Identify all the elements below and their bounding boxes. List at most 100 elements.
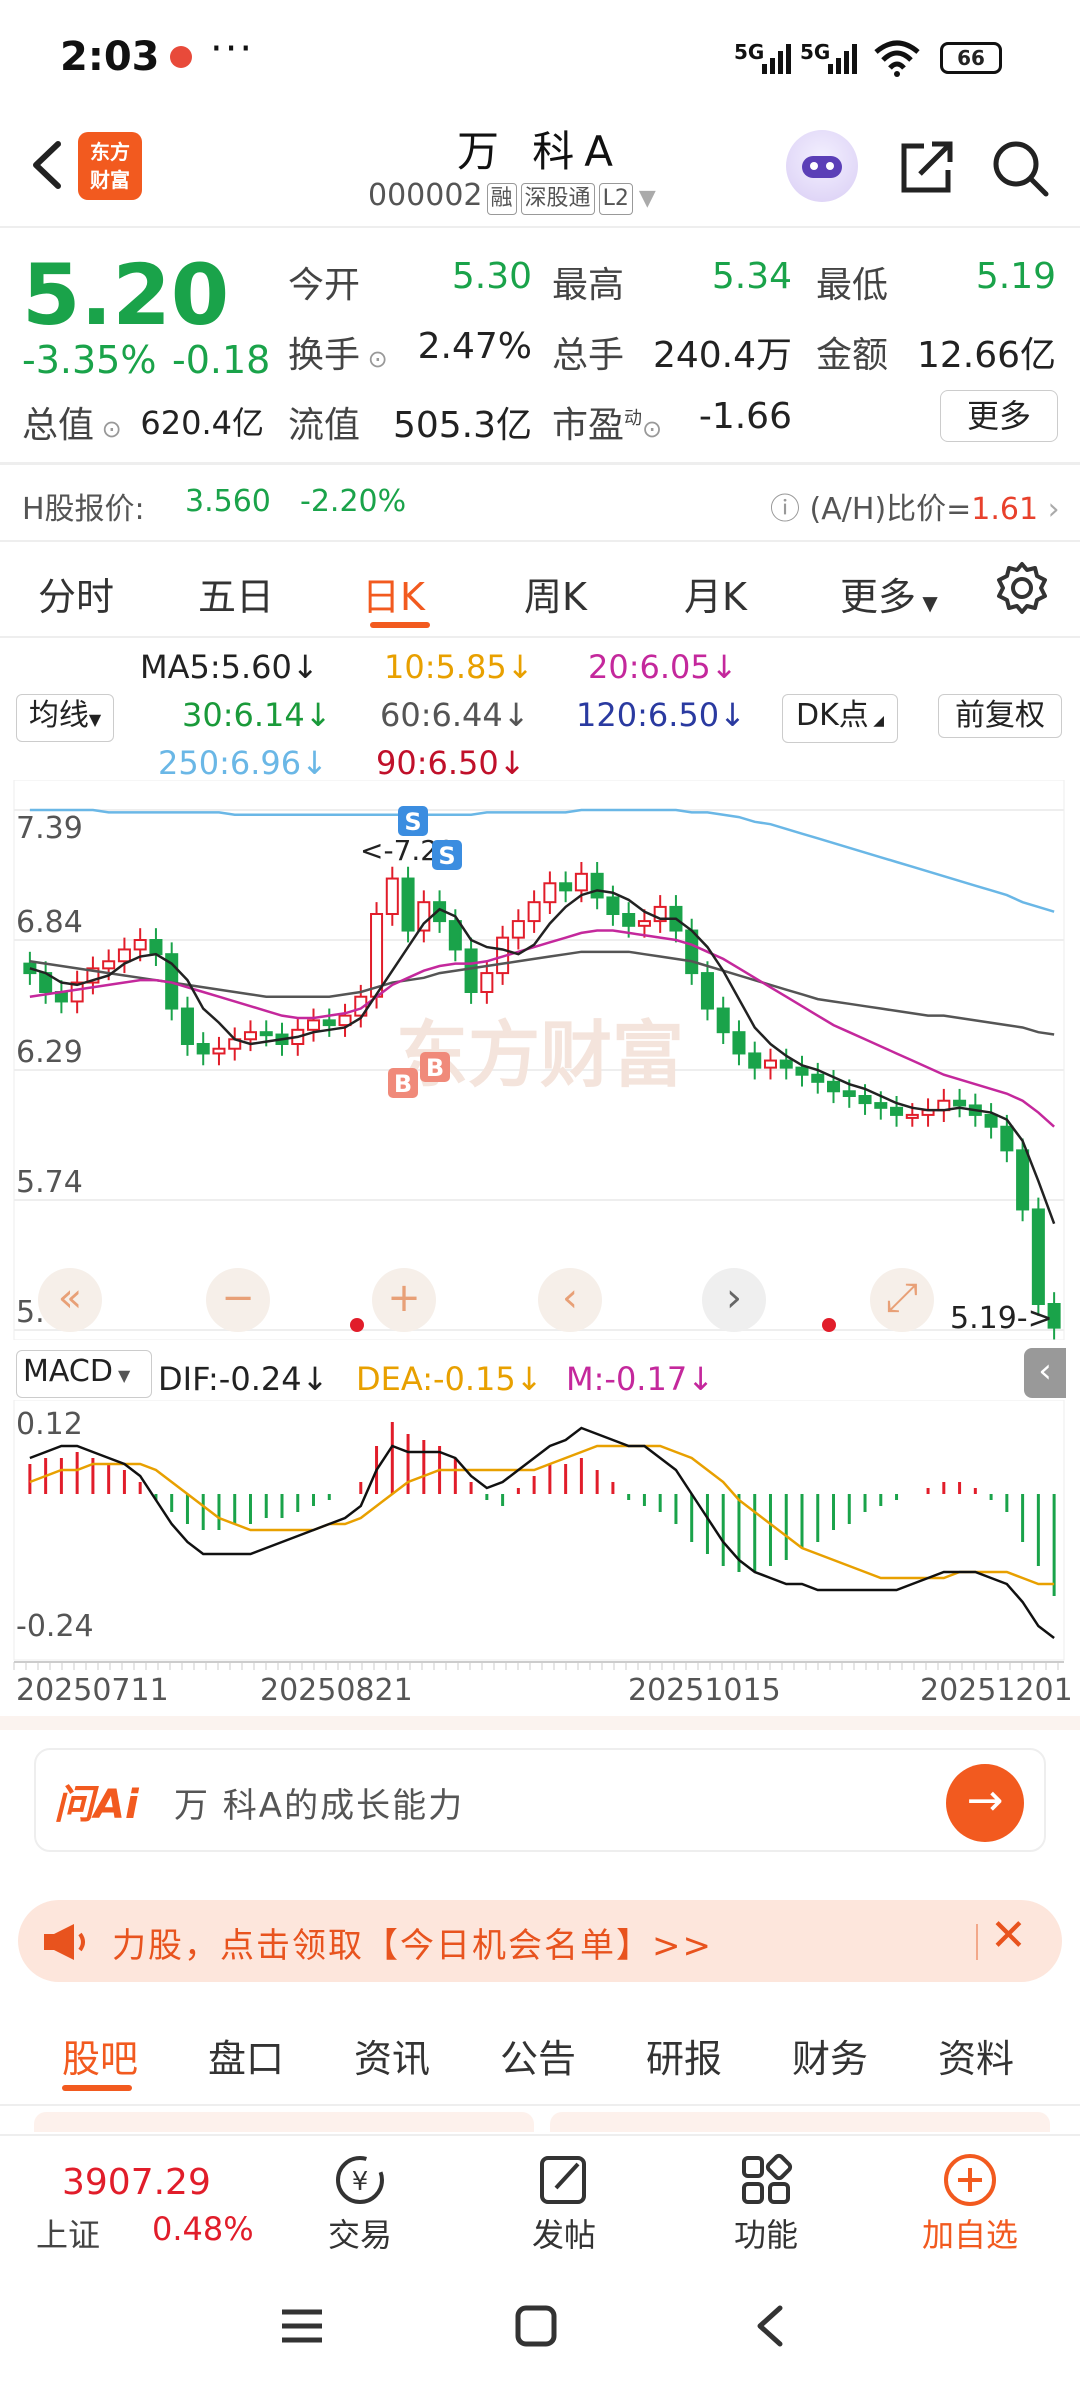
zoom-in-button[interactable]: + [372, 1268, 436, 1332]
candle-body [637, 920, 651, 927]
down-arrow-icon: ↓ [498, 744, 526, 782]
bottom-tabs-divider [0, 2104, 1080, 2106]
info-icon[interactable]: ⊙ [94, 415, 122, 443]
tab-daily-k[interactable]: 日K [362, 566, 425, 621]
tab-order-book[interactable]: 盘口 [208, 2028, 284, 2083]
down-arrow-icon: ↓ [502, 696, 530, 734]
tab-forum[interactable]: 股吧 [62, 2028, 138, 2083]
candle-body [685, 929, 699, 975]
menu-icon[interactable] [280, 2306, 324, 2346]
add-watchlist-icon[interactable] [940, 2150, 1000, 2210]
index-name[interactable]: 上证 [36, 2210, 100, 2256]
change-percent: -3.35% [22, 338, 157, 382]
kline-chart[interactable]: 7.396.846.295.745.19东方财富<-7.225.19->SSBB [0, 780, 1080, 1340]
candle-body [448, 920, 462, 951]
hshare-divider [0, 540, 1080, 542]
quote-divider [0, 462, 1080, 465]
chevron-down-icon[interactable]: ▼ [639, 186, 656, 211]
ma10-value: 10:5.85 [384, 648, 507, 686]
tab-weekly-k[interactable]: 周K [524, 566, 587, 621]
turnover-label-text: 换手 [288, 335, 361, 376]
trade-icon[interactable]: ¥ [330, 2150, 390, 2210]
zoom-out-button[interactable]: − [206, 1268, 270, 1332]
candle-body [890, 1106, 904, 1116]
fullscreen-button[interactable]: ⤢ [870, 1268, 934, 1332]
x-tick-label: 20251015 [628, 1673, 781, 1708]
home-icon[interactable] [514, 2304, 558, 2348]
tab-more[interactable]: 更多 ▼ [840, 566, 938, 621]
caret-down-icon: ▼ [916, 591, 938, 615]
ask-ai-prompt[interactable]: 万 科A的成长能力 [174, 1778, 464, 1827]
h-share-change: -2.20% [300, 484, 407, 519]
tab-profile[interactable]: 资料 [938, 2028, 1014, 2083]
tab-research[interactable]: 研报 [646, 2028, 722, 2083]
info-icon[interactable]: ⊙ [360, 345, 388, 373]
system-back-icon[interactable] [752, 2304, 788, 2348]
scroll-left-button[interactable]: ‹ [538, 1268, 602, 1332]
header-divider [0, 226, 1080, 228]
nav-trade[interactable]: 交易 [300, 2210, 420, 2256]
back-icon[interactable] [18, 130, 78, 200]
ma60-value: 60:6.44 [380, 696, 503, 734]
x-tick-label: 20250711 [16, 1673, 169, 1708]
app-root: { "status_bar": {"time": "2:03", "more":… [0, 0, 1080, 2400]
caret-down-icon: ▼ [112, 1366, 131, 1385]
tab-intraday[interactable]: 分时 [38, 566, 114, 621]
adjust-select[interactable]: 前复权 [938, 694, 1062, 738]
tag-connect: 深股通 [520, 183, 595, 215]
nav-post[interactable]: 发帖 [504, 2210, 624, 2256]
tab-monthly-k[interactable]: 月K [684, 566, 747, 621]
tab-announcements[interactable]: 公告 [500, 2028, 576, 2083]
index-change[interactable]: 0.48% [152, 2210, 254, 2248]
post-icon[interactable] [534, 2150, 594, 2210]
promo-text[interactable]: 力股，点击领取【今日机会名单】>> [112, 1918, 713, 1967]
arrow-right-icon[interactable]: → [946, 1764, 1024, 1842]
stock-code-row[interactable]: 000002 融深股通 L2 ▼ [368, 178, 656, 215]
search-icon[interactable] [990, 138, 1050, 198]
candle-body [243, 1031, 257, 1041]
down-arrow-icon: ↓ [304, 696, 332, 734]
tab-five-day[interactable]: 五日 [198, 566, 274, 621]
nav-add-watchlist[interactable]: 加自选 [910, 2210, 1030, 2256]
ai-assistant-icon[interactable] [786, 130, 858, 202]
indicator-select[interactable]: MACD ▼ [16, 1350, 152, 1398]
candle-body [858, 1095, 872, 1105]
dk-points-toggle[interactable]: DK点 ◢ [782, 694, 898, 743]
more-button[interactable]: 更多 [940, 390, 1058, 442]
macd-frame [13, 1400, 1065, 1661]
index-value[interactable]: 3907.29 [62, 2162, 211, 2203]
nav-functions[interactable]: 功能 [706, 2210, 826, 2256]
candle-body [763, 1059, 778, 1069]
candle-body [464, 948, 478, 993]
dif-value: DIF:-0.24 [158, 1360, 302, 1398]
info-icon[interactable]: ⊙ [642, 415, 662, 443]
scroll-right-button[interactable]: › [702, 1268, 766, 1332]
h-share-label: H股报价: [22, 492, 145, 527]
candle-body [417, 901, 431, 932]
down-arrow-icon: ↓ [301, 1360, 329, 1398]
share-icon[interactable] [898, 138, 956, 196]
candle-body [700, 972, 714, 1010]
close-icon[interactable]: ✕ [990, 1910, 1027, 1961]
macd-chart[interactable]: 0.12 -0.24 20250711 20250821 20251015 2025120… [0, 1400, 1080, 1710]
collapse-panel-button[interactable]: ‹ [1024, 1348, 1066, 1398]
functions-icon[interactable] [736, 2150, 796, 2210]
zoom-out-all-button[interactable]: « [38, 1268, 102, 1332]
ma10-label: 10:5.85↓ [384, 648, 534, 686]
volume-label: 总手 [552, 335, 625, 376]
tab-financials[interactable]: 财务 [792, 2028, 868, 2083]
gear-icon[interactable] [994, 560, 1050, 616]
x-tick-label: 20250821 [260, 1673, 413, 1708]
app-logo[interactable]: 东方 财富 [78, 132, 142, 200]
tab-news[interactable]: 资讯 [354, 2028, 430, 2083]
down-arrow-icon: ↓ [515, 1360, 543, 1398]
candle-body [716, 1007, 730, 1034]
candle-body [401, 877, 415, 932]
ah-ratio[interactable]: ⓘ (A/H)比价=1.61 › [770, 484, 1060, 528]
help-icon[interactable]: ⓘ [770, 492, 810, 527]
candle-body [732, 1031, 746, 1055]
ma-type-select[interactable]: 均线▼ [16, 694, 114, 742]
card-peek-right [550, 2112, 1050, 2132]
candle-body [1031, 1208, 1045, 1306]
ma30-value: 30:6.14 [182, 696, 305, 734]
